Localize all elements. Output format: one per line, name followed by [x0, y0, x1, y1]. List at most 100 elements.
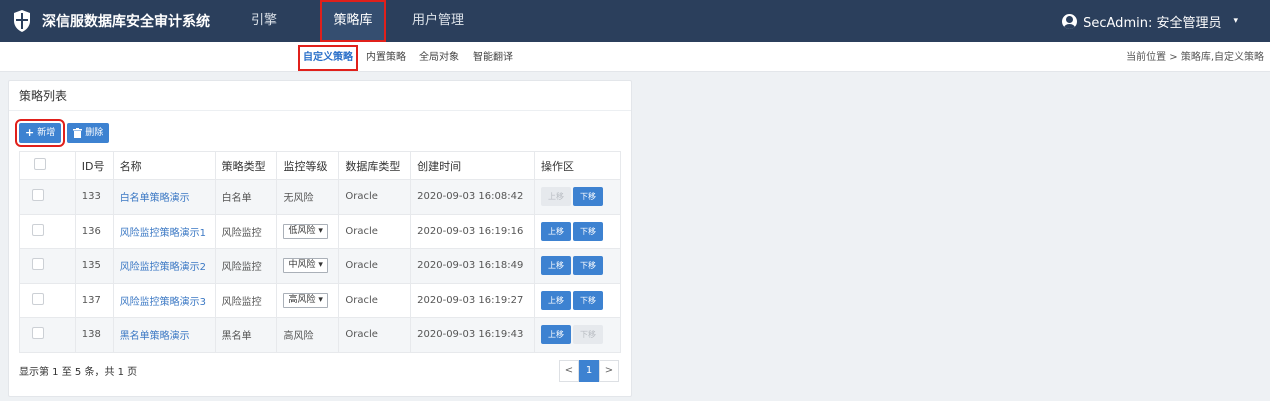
move-down-button[interactable]: 下移	[573, 221, 604, 241]
move-up-button[interactable]: 上移	[541, 325, 572, 345]
delete-button-label: 删除	[85, 128, 104, 138]
cell-db: Oracle	[338, 282, 412, 318]
cell-db: Oracle	[338, 248, 412, 284]
cell-ops: 上移 下移	[534, 317, 621, 353]
panel-title: 策略列表	[9, 81, 631, 111]
col-header-name: 名称	[112, 151, 216, 180]
policy-name-link[interactable]: 风险监控策略演示2	[120, 262, 206, 273]
move-up-button[interactable]: 上移	[541, 221, 572, 241]
move-up-button[interactable]: 上移	[541, 290, 572, 310]
cell-level: 高风险	[276, 317, 340, 353]
policy-name-link[interactable]: 白名单策略演示	[120, 193, 190, 204]
pagination-info: 显示第 1 至 5 条，共 1 页	[19, 367, 138, 378]
cell-level: 中风险 ▾	[276, 248, 340, 284]
cell-name: 风险监控策略演示1	[112, 213, 216, 249]
col-header-ops: 操作区	[534, 151, 621, 180]
breadcrumb: 当前位置 > 策略库,自定义策略	[1126, 52, 1264, 63]
row-checkbox[interactable]	[32, 258, 44, 271]
select-caret-icon: ▾	[318, 225, 323, 236]
cell-id: 138	[74, 317, 114, 353]
cell-id: 133	[74, 179, 114, 215]
cell-db: Oracle	[338, 213, 412, 249]
next-page-button[interactable]: >	[599, 360, 619, 382]
select-caret-icon: ▾	[318, 260, 323, 271]
move-up-button[interactable]: 上移	[541, 256, 572, 276]
row-checkbox[interactable]	[32, 327, 44, 340]
cell-level: 低风险 ▾	[276, 213, 340, 249]
table-row: 133 白名单策略演示 白名单 无风险 Oracle 2020-09-03 16…	[19, 179, 621, 215]
user-label: SecAdmin: 安全管理员	[1083, 15, 1222, 31]
move-down-button[interactable]: 下移	[573, 256, 604, 276]
cell-ops: 上移 下移	[534, 179, 621, 215]
toolbar: + 新增 删除	[14, 119, 110, 147]
col-header-db: 数据库类型	[338, 151, 412, 180]
row-checkbox[interactable]	[32, 292, 44, 305]
move-up-button[interactable]: 上移	[541, 187, 572, 207]
policy-table: ID号 名称 策略类型 监控等级 数据库类型 创建时间 操作区 133 白名单策…	[19, 151, 621, 353]
cell-name: 风险监控策略演示3	[112, 282, 216, 318]
policy-name-link[interactable]: 风险监控策略演示1	[120, 228, 206, 239]
trash-icon	[73, 128, 83, 138]
cell-time: 2020-09-03 16:18:49	[410, 248, 536, 284]
cell-id: 135	[74, 248, 114, 284]
select-caret-icon: ▾	[318, 294, 323, 305]
col-header-time: 创建时间	[410, 151, 536, 180]
level-select[interactable]: 中风险 ▾	[283, 258, 328, 274]
cell-level: 高风险 ▾	[276, 282, 340, 318]
nav-user-management[interactable]: 用户管理	[398, 0, 478, 42]
delete-button[interactable]: 删除	[67, 123, 110, 143]
policy-name-link[interactable]: 黑名单策略演示	[120, 331, 190, 342]
row-select-cell	[19, 179, 76, 215]
table-row: 138 黑名单策略演示 黑名单 高风险 Oracle 2020-09-03 16…	[19, 317, 621, 353]
level-select[interactable]: 低风险 ▾	[283, 223, 328, 239]
shield-icon	[14, 10, 30, 32]
tab-smart-translate[interactable]: 智能翻译	[473, 48, 513, 68]
select-all-cell	[19, 151, 76, 180]
cell-type: 风险监控	[214, 282, 278, 318]
row-select-cell	[19, 213, 76, 249]
col-header-id: ID号	[74, 151, 114, 180]
nav-engine[interactable]: 引擎	[236, 0, 292, 42]
top-navbar: 深信服数据库安全审计系统 引擎 策略库 用户管理 SecAdmin: 安全管理员…	[0, 0, 1270, 42]
move-down-button[interactable]: 下移	[573, 187, 604, 207]
level-select[interactable]: 高风险 ▾	[283, 292, 328, 308]
cell-time: 2020-09-03 16:08:42	[410, 179, 536, 215]
col-header-type: 策略类型	[214, 151, 278, 180]
row-select-cell	[19, 317, 76, 353]
move-down-button[interactable]: 下移	[573, 325, 604, 345]
tab-builtin-policy[interactable]: 内置策略	[366, 48, 406, 68]
chevron-down-icon: ▾	[1233, 16, 1238, 26]
cell-type: 风险监控	[214, 248, 278, 284]
tab-global-objects[interactable]: 全局对象	[419, 48, 459, 68]
cell-name: 白名单策略演示	[112, 179, 216, 215]
table-row: 136 风险监控策略演示1 风险监控 低风险 ▾ Oracle 2020-09-…	[19, 213, 621, 249]
row-checkbox[interactable]	[32, 189, 44, 202]
policy-list-panel: 策略列表 + 新增 删除 ID号 名称 策略类型 监控等级 数据库类型 创建时间…	[8, 80, 632, 397]
cell-ops: 上移 下移	[534, 282, 621, 318]
cell-db: Oracle	[338, 317, 412, 353]
user-icon	[1062, 13, 1078, 29]
row-checkbox[interactable]	[32, 223, 44, 236]
table-row: 137 风险监控策略演示3 风险监控 高风险 ▾ Oracle 2020-09-…	[19, 282, 621, 318]
cell-id: 137	[74, 282, 114, 318]
user-menu[interactable]: SecAdmin: 安全管理员 ▾	[1062, 0, 1238, 42]
prev-page-button[interactable]: <	[559, 360, 579, 382]
cell-level: 无风险	[276, 179, 340, 215]
add-button-label: 新增	[37, 128, 56, 138]
sub-navbar: 自定义策略 内置策略 全局对象 智能翻译 当前位置 > 策略库,自定义策略	[0, 42, 1270, 72]
tab-custom-policy[interactable]: 自定义策略	[298, 45, 358, 71]
nav-policy-library[interactable]: 策略库	[320, 0, 386, 42]
cell-type: 黑名单	[214, 317, 278, 353]
move-down-button[interactable]: 下移	[573, 290, 604, 310]
cell-name: 风险监控策略演示2	[112, 248, 216, 284]
select-all-checkbox[interactable]	[34, 158, 46, 170]
cell-time: 2020-09-03 16:19:27	[410, 282, 536, 318]
add-button[interactable]: + 新增	[14, 119, 66, 147]
plus-icon: +	[25, 126, 35, 139]
cell-time: 2020-09-03 16:19:16	[410, 213, 536, 249]
page-1-button[interactable]: 1	[579, 360, 599, 382]
cell-id: 136	[74, 213, 114, 249]
policy-name-link[interactable]: 风险监控策略演示3	[120, 297, 206, 308]
level-select-value: 低风险	[288, 225, 316, 236]
cell-name: 黑名单策略演示	[112, 317, 216, 353]
